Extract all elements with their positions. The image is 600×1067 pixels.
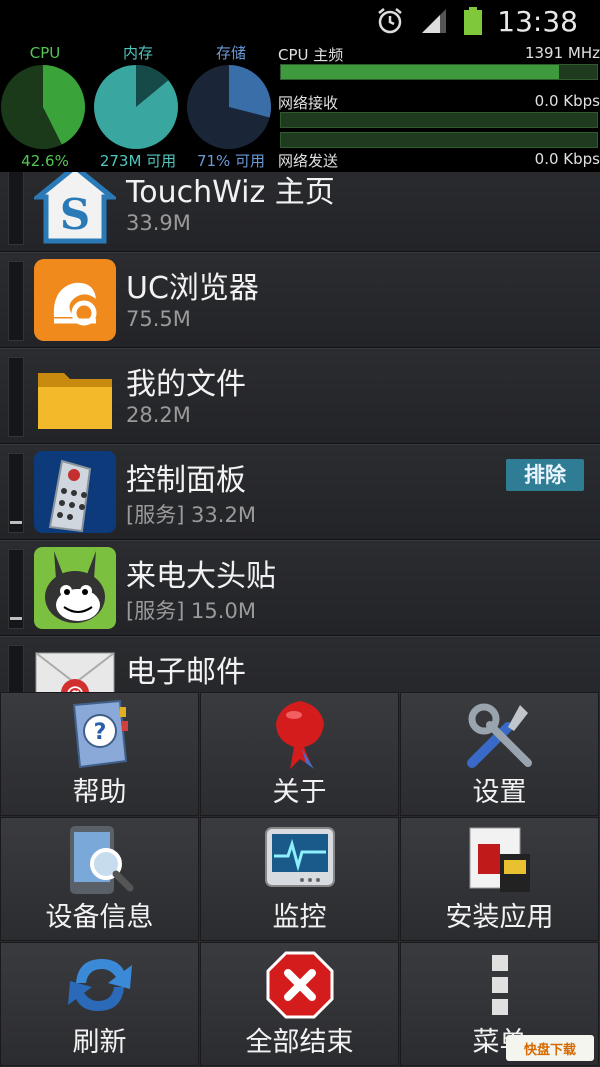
menu-settings[interactable]: 设置 xyxy=(400,692,599,816)
touchwiz-home-icon: S xyxy=(34,172,116,244)
menu-label: 帮助 xyxy=(72,777,127,808)
app-row-touchwiz[interactable]: S TouchWiz 主页 33.9M xyxy=(0,172,600,252)
svg-text:?: ? xyxy=(93,720,106,745)
menu-monitor[interactable]: 监控 xyxy=(200,817,399,941)
app-name: 控制面板 xyxy=(126,463,246,498)
battery-icon xyxy=(464,7,483,35)
app-row-email[interactable]: @ 电子邮件 xyxy=(0,636,600,692)
ram-label: 内存 xyxy=(122,44,153,62)
menu-help[interactable]: ? 帮助 xyxy=(0,692,199,816)
running-app-list[interactable]: S TouchWiz 主页 33.9M UC浏览器 75.5M 我的文件 28.… xyxy=(0,172,600,692)
cpu-pie-chart xyxy=(1,65,85,149)
net-rx-row: 网络接收 0.0 Kbps xyxy=(278,92,600,113)
menu-label: 设置 xyxy=(472,777,527,808)
clock: 13:38 xyxy=(497,4,578,38)
app-memory: 28.2M xyxy=(126,403,191,427)
folder-icon xyxy=(38,373,112,429)
app-row-uc-browser[interactable]: UC浏览器 75.5M xyxy=(0,252,600,348)
net-tx-row: 网络发送 0.0 Kbps xyxy=(278,150,600,171)
uc-browser-icon xyxy=(34,259,116,341)
system-monitor-widget[interactable]: CPU 42.6% 内存 273M 可用 存储 71% 可用 CPU 主频 13… xyxy=(0,42,600,172)
cpu-gauge: CPU 42.6% xyxy=(0,42,90,172)
stop-x-icon xyxy=(266,951,333,1019)
app-row-my-files[interactable]: 我的文件 28.2M xyxy=(0,348,600,444)
menu-label: 监控 xyxy=(272,902,327,933)
app-name: UC浏览器 xyxy=(126,271,259,306)
app-checkbox[interactable] xyxy=(8,549,24,629)
net-rx-bar xyxy=(280,112,598,128)
signal-icon xyxy=(422,9,447,33)
app-memory: [服务] 33.2M xyxy=(126,503,256,527)
net-tx-value: 0.0 Kbps xyxy=(534,150,600,168)
menu-label: 安装应用 xyxy=(445,902,554,933)
app-checkbox[interactable] xyxy=(8,645,24,692)
cpu-freq-row: CPU 主频 1391 MHz xyxy=(278,44,600,65)
app-memory: 33.9M xyxy=(126,211,191,235)
net-tx-bar xyxy=(280,132,598,148)
menu-label: 刷新 xyxy=(72,1027,127,1058)
tools-icon xyxy=(466,703,532,768)
ram-pie-chart xyxy=(94,65,178,149)
stats-panel: CPU 主频 1391 MHz 网络接收 0.0 Kbps 网络发送 0.0 K… xyxy=(278,42,600,172)
monitor-icon xyxy=(264,827,335,887)
menu-install-apps[interactable]: 安装应用 xyxy=(400,817,599,941)
menu-label: 设备信息 xyxy=(45,902,154,933)
status-bar: 13:38 xyxy=(0,0,600,42)
storage-label: 存储 xyxy=(215,44,246,62)
email-icon: @ xyxy=(35,652,115,692)
cpu-freq-bar xyxy=(280,64,598,80)
remote-control-icon xyxy=(34,451,116,533)
cpu-label: CPU xyxy=(29,44,61,62)
menu-label: 全部结束 xyxy=(245,1027,354,1058)
net-tx-label: 网络发送 xyxy=(278,152,339,170)
app-name: 来电大头贴 xyxy=(126,559,276,594)
svg-text:S: S xyxy=(60,190,90,239)
menu-about[interactable]: 关于 xyxy=(200,692,399,816)
app-row-caller-id[interactable]: 来电大头贴 [服务] 15.0M xyxy=(0,540,600,636)
watermark-logo: 快盘下载 xyxy=(506,1035,594,1061)
app-checkbox[interactable] xyxy=(8,261,24,341)
svg-text:@: @ xyxy=(66,683,84,692)
app-checkbox[interactable] xyxy=(8,357,24,437)
storage-pie-chart xyxy=(187,65,271,149)
storage-value: 71% 可用 xyxy=(196,152,266,170)
app-row-control-panel[interactable]: 控制面板 [服务] 33.2M 排除 xyxy=(0,444,600,540)
options-menu: ? 帮助 关于 设置 设备信息 监控 安装应用 刷新 全部结束 菜单 快盘下载 xyxy=(0,692,600,1067)
app-checkbox[interactable] xyxy=(8,453,24,533)
cpu-freq-value: 1391 MHz xyxy=(524,44,600,62)
exclude-button[interactable]: 排除 xyxy=(506,459,584,491)
more-dots-icon xyxy=(491,955,508,1015)
install-apps-icon xyxy=(469,827,530,892)
app-memory: [服务] 15.0M xyxy=(126,599,256,623)
ram-gauge: 内存 273M 可用 xyxy=(93,42,183,172)
seal-icon xyxy=(275,701,324,769)
net-rx-value: 0.0 Kbps xyxy=(534,92,600,110)
menu-refresh[interactable]: 刷新 xyxy=(0,942,199,1066)
app-name: 电子邮件 xyxy=(126,655,246,690)
refresh-icon xyxy=(67,959,132,1011)
menu-device-info[interactable]: 设备信息 xyxy=(0,817,199,941)
rabbit-caller-icon xyxy=(34,547,116,629)
net-rx-label: 网络接收 xyxy=(278,94,339,112)
menu-kill-all[interactable]: 全部结束 xyxy=(200,942,399,1066)
app-name: 我的文件 xyxy=(126,367,246,402)
help-book-icon: ? xyxy=(72,699,128,769)
alarm-icon xyxy=(378,8,403,34)
cpu-freq-label: CPU 主频 xyxy=(278,46,344,64)
cpu-freq-bar-fill xyxy=(281,65,560,79)
storage-gauge: 存储 71% 可用 xyxy=(186,42,276,172)
app-checkbox[interactable] xyxy=(8,172,24,245)
app-memory: 75.5M xyxy=(126,307,191,331)
device-search-icon xyxy=(69,826,133,894)
app-name: TouchWiz 主页 xyxy=(126,175,335,210)
menu-label: 关于 xyxy=(272,777,327,808)
